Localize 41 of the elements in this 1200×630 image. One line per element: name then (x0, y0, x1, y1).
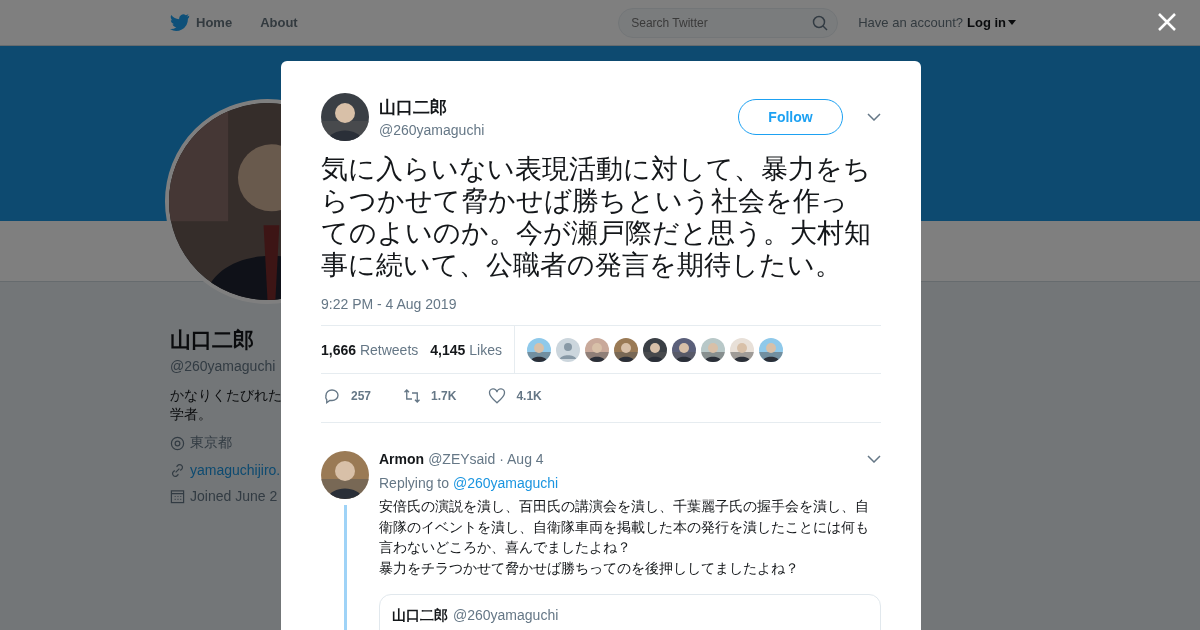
replying-to: Replying to @260yamaguchi (379, 475, 560, 491)
retweet-icon (403, 387, 422, 405)
speech-bubble-icon (323, 387, 341, 405)
tweet-timestamp[interactable]: 9:22 PM - 4 Aug 2019 (321, 296, 881, 312)
reply-button[interactable]: 257 (321, 387, 372, 405)
reply-author-name[interactable]: Armon (379, 451, 425, 467)
like-count[interactable]: 4,145 Likes (430, 341, 502, 358)
search-field[interactable]: Search Twitter (618, 7, 839, 38)
profile-handle: @260yamaguchi (170, 358, 277, 374)
author-name[interactable]: 山口二郎 (379, 96, 728, 119)
quote-author-name: 山口二郎 (392, 607, 448, 625)
bird-icon (170, 14, 190, 31)
account-prompt: Have an account? (858, 15, 963, 30)
author-handle[interactable]: @260yamaguchi (379, 122, 728, 138)
heart-icon (488, 387, 507, 405)
reply-paragraph: 暴力をチラつかせて脅かせば勝ちってのを後押ししてましたよね？ (379, 558, 800, 578)
follow-button[interactable]: Follow (738, 99, 843, 135)
reply-date[interactable]: · Aug 4 (499, 451, 544, 467)
location-pin-icon (170, 435, 185, 451)
tweet-text: 気に入らいない表現活動に対して、暴力をちらつかせて脅かせば勝ちという社会を作ってのよいのか。今が瀬戸際だと思う。大村知事に続いて、公職者の発言を期待したい。 (321, 153, 871, 281)
profile-joined: Joined June 2 (190, 488, 278, 504)
retweet-count[interactable]: 1,666 Retweets (321, 341, 419, 358)
profile-name: 山口二郎 (170, 327, 255, 353)
chevron-down-icon[interactable] (867, 113, 881, 121)
reply-author-handle[interactable]: @ZEYsaid (428, 451, 496, 467)
chevron-down-icon[interactable] (867, 455, 881, 463)
login-link[interactable]: Log in (967, 15, 1016, 30)
nav-link[interactable]: Home (170, 14, 233, 31)
mention-link[interactable]: @260yamaguchi (452, 475, 559, 491)
retweet-button[interactable]: 1.7K (401, 387, 457, 405)
reply-paragraph: 安倍氏の演説を潰し、百田氏の講演会を潰し、千葉麗子氏の握手会を潰し、自衛隊のイベントを潰し、自衛隊車両を掲載した本の発行を潰したことには何も言わないどころか、喜んでましたよね？ (379, 497, 870, 557)
profile-bio: かなりくたびれた 学者。 (170, 387, 282, 424)
profile-location: 東京都 (190, 434, 232, 452)
like-button[interactable]: 4.1K (486, 387, 542, 405)
link-icon (170, 462, 185, 478)
nav-link[interactable]: About (260, 15, 298, 30)
quote-author-handle: @260yamaguchi (453, 607, 559, 623)
caret-icon (1008, 20, 1016, 25)
calendar-icon (170, 488, 185, 504)
quoted-tweet[interactable]: 山口二郎 @260yamaguchi (379, 594, 881, 630)
search-icon[interactable] (812, 14, 829, 31)
